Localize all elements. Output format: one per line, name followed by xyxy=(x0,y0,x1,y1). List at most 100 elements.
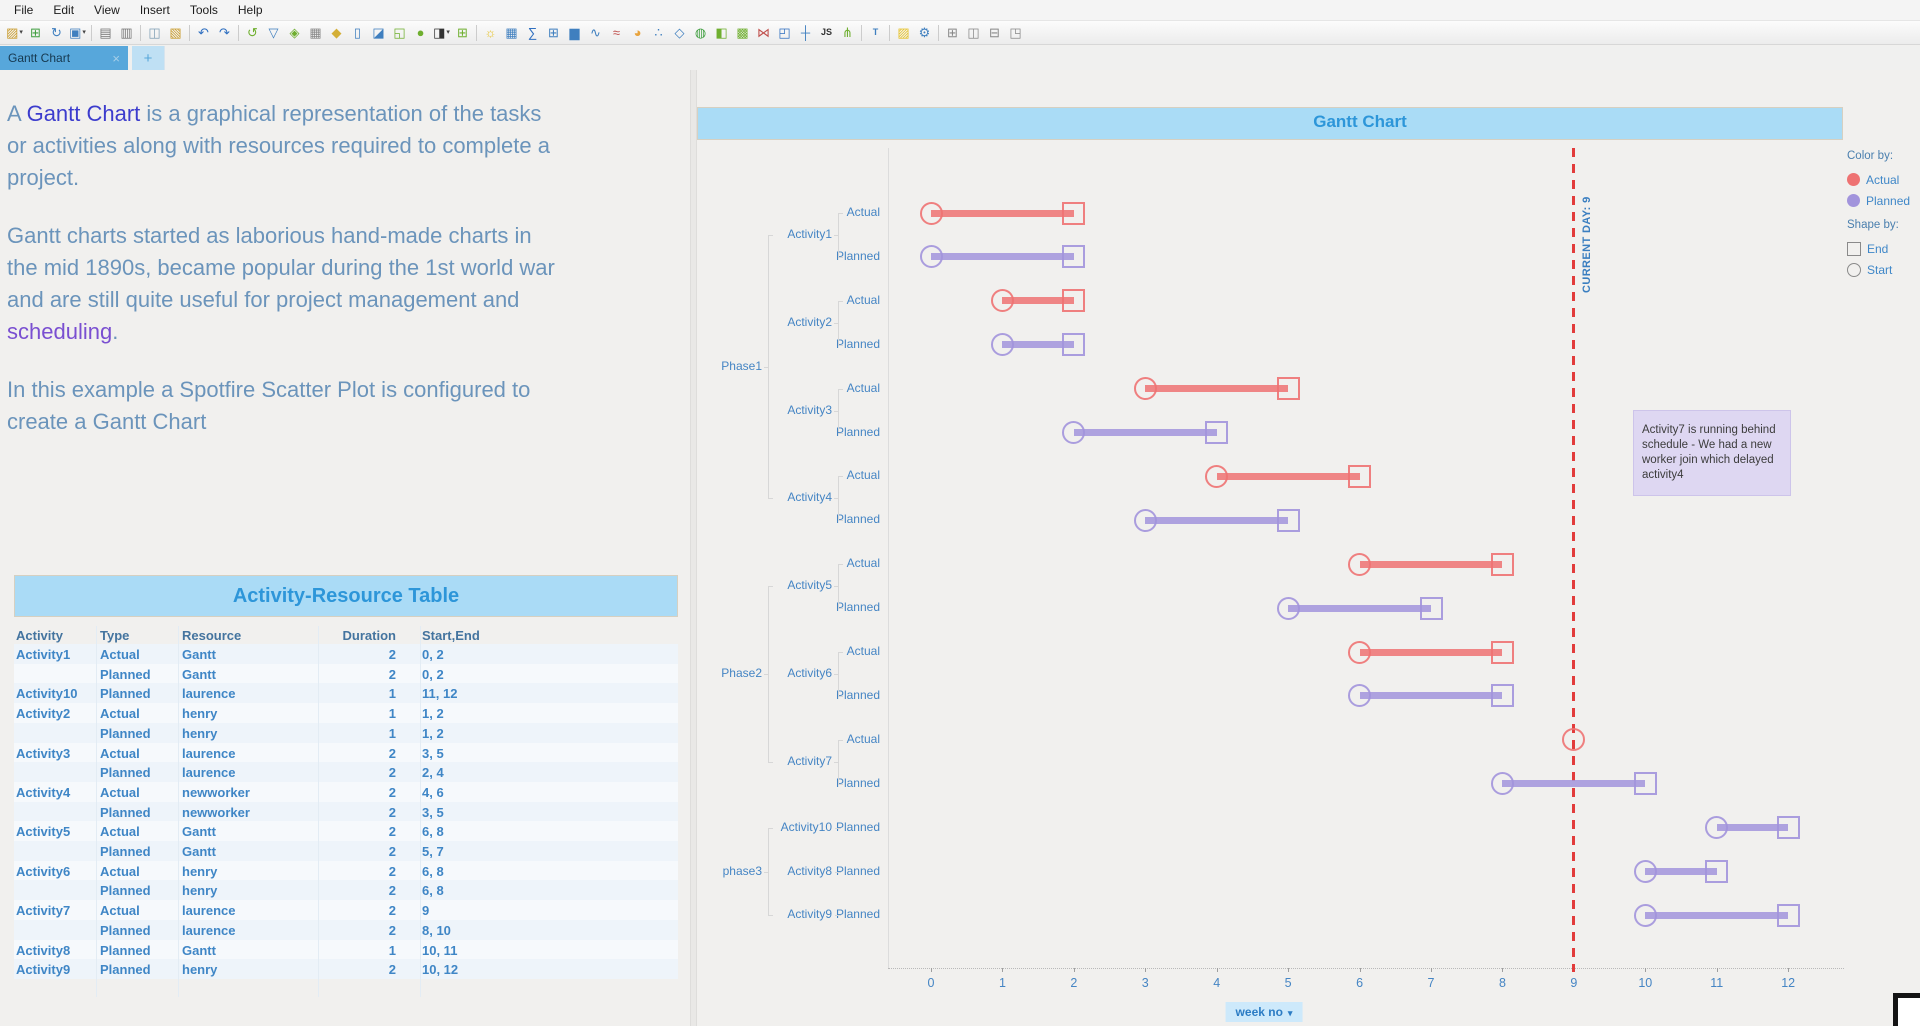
table-row[interactable]: Plannedhenry11, 2 xyxy=(14,723,678,743)
box-plot-icon[interactable]: ┼ xyxy=(795,23,816,43)
image-icon[interactable]: ▨ xyxy=(893,23,914,43)
bar-chart-icon[interactable]: ▆ xyxy=(564,23,585,43)
filter-icon[interactable]: ▽ xyxy=(263,23,284,43)
column-header[interactable]: Type xyxy=(100,628,180,643)
gantt-bar[interactable] xyxy=(1145,517,1288,524)
column-header[interactable]: Start,End xyxy=(422,628,542,643)
export-icon[interactable]: ▥ xyxy=(116,23,137,43)
start-marker[interactable] xyxy=(1348,641,1371,664)
end-marker[interactable] xyxy=(1777,904,1800,927)
tab-gantt-chart[interactable]: Gantt Chart × xyxy=(0,46,128,70)
tab-close-icon[interactable]: × xyxy=(112,51,120,66)
combination-chart-icon[interactable]: ≈ xyxy=(606,23,627,43)
gantt-bar[interactable] xyxy=(931,210,1074,217)
start-marker[interactable] xyxy=(1634,904,1657,927)
start-marker[interactable] xyxy=(1277,597,1300,620)
start-marker[interactable] xyxy=(1634,860,1657,883)
gantt-bar[interactable] xyxy=(1145,385,1288,392)
annotation-note[interactable]: Activity7 is running behind schedule - W… xyxy=(1633,410,1791,496)
start-marker[interactable] xyxy=(920,202,943,225)
end-marker[interactable] xyxy=(1062,289,1085,312)
start-marker[interactable] xyxy=(1491,772,1514,795)
end-marker[interactable] xyxy=(1491,641,1514,664)
cross-table-icon[interactable]: ⊞ xyxy=(543,23,564,43)
start-marker[interactable] xyxy=(1062,421,1085,444)
data-panel-icon[interactable]: ▦ xyxy=(305,23,326,43)
table-row[interactable]: Activity7Actuallaurence29 xyxy=(14,900,678,920)
start-marker[interactable] xyxy=(1705,816,1728,839)
gantt-bar[interactable] xyxy=(1074,429,1217,436)
start-marker[interactable] xyxy=(1134,509,1157,532)
theme-icon[interactable]: ◨▾ xyxy=(431,23,452,43)
menu-help[interactable]: Help xyxy=(228,1,273,19)
start-marker[interactable] xyxy=(1134,377,1157,400)
table-row[interactable]: Activity5ActualGantt26, 8 xyxy=(14,821,678,841)
end-marker[interactable] xyxy=(1277,509,1300,532)
column-header[interactable]: Duration xyxy=(320,628,396,643)
text-link[interactable]: scheduling xyxy=(7,319,112,344)
table-row[interactable]: Activity2Actualhenry11, 2 xyxy=(14,703,678,723)
gantt-bar[interactable] xyxy=(1645,912,1788,919)
text-area-icon[interactable]: T xyxy=(865,23,886,43)
table-row[interactable]: Activity3Actuallaurence23, 5 xyxy=(14,743,678,763)
legend-item-actual[interactable]: Actual xyxy=(1847,169,1920,190)
table-row[interactable]: Activity8PlannedGantt110, 11 xyxy=(14,940,678,960)
gantt-bar[interactable] xyxy=(1360,649,1503,656)
kpi-chart-icon[interactable]: ◰ xyxy=(774,23,795,43)
menu-insert[interactable]: Insert xyxy=(130,1,180,19)
filters-panel-icon[interactable]: ◈ xyxy=(284,23,305,43)
column-header[interactable]: Activity xyxy=(16,628,100,643)
web-panel-icon[interactable]: ◱ xyxy=(389,23,410,43)
end-marker[interactable] xyxy=(1062,333,1085,356)
table-row[interactable]: Plannedhenry26, 8 xyxy=(14,880,678,900)
start-marker[interactable] xyxy=(1562,728,1585,751)
table-row[interactable]: Activity10Plannedlaurence111, 12 xyxy=(14,683,678,703)
start-marker[interactable] xyxy=(1348,684,1371,707)
new-tab-button[interactable]: + xyxy=(132,46,164,70)
3d-scatter-plot-icon[interactable]: ◇ xyxy=(669,23,690,43)
end-marker[interactable] xyxy=(1491,553,1514,576)
recommendations-icon[interactable]: ☼ xyxy=(480,23,501,43)
end-marker[interactable] xyxy=(1634,772,1657,795)
end-marker[interactable] xyxy=(1705,860,1728,883)
print-icon[interactable]: ▤ xyxy=(95,23,116,43)
refresh-data-icon[interactable]: ↻ xyxy=(46,23,67,43)
start-marker[interactable] xyxy=(920,245,943,268)
js-visualization-icon[interactable]: JS xyxy=(816,23,837,43)
table-visualization-icon[interactable]: ▦ xyxy=(501,23,522,43)
table-row[interactable]: Plannednewworker23, 5 xyxy=(14,802,678,822)
menu-view[interactable]: View xyxy=(84,1,130,19)
details-on-demand-icon[interactable]: ◪ xyxy=(368,23,389,43)
add-data-table-icon[interactable]: ⊞ xyxy=(25,23,46,43)
gantt-bar[interactable] xyxy=(1360,692,1503,699)
copy-icon[interactable]: ◫ xyxy=(144,23,165,43)
panel-splitter[interactable] xyxy=(690,70,697,1026)
end-marker[interactable] xyxy=(1277,377,1300,400)
layout-2x2-icon[interactable]: ⊞ xyxy=(942,23,963,43)
gantt-bar[interactable] xyxy=(931,253,1074,260)
gantt-bar[interactable] xyxy=(1217,473,1360,480)
start-marker[interactable] xyxy=(991,289,1014,312)
layout-columns-icon[interactable]: ◫ xyxy=(963,23,984,43)
maximize-visualization-icon[interactable]: ◳ xyxy=(1005,23,1026,43)
end-marker[interactable] xyxy=(1491,684,1514,707)
end-marker[interactable] xyxy=(1777,816,1800,839)
summary-table-icon[interactable]: ∑ xyxy=(522,23,543,43)
bookmark-icon[interactable]: ◆ xyxy=(326,23,347,43)
start-marker[interactable] xyxy=(991,333,1014,356)
table-row[interactable]: Activity6Actualhenry26, 8 xyxy=(14,861,678,881)
column-header[interactable]: Resource xyxy=(182,628,332,643)
table-row[interactable]: Plannedlaurence22, 4 xyxy=(14,762,678,782)
menu-file[interactable]: File xyxy=(4,1,43,19)
legend-item-end[interactable]: End xyxy=(1847,238,1920,259)
redo-icon[interactable]: ↷ xyxy=(214,23,235,43)
gantt-bar[interactable] xyxy=(1502,780,1645,787)
map-chart-icon[interactable]: ◍ xyxy=(690,23,711,43)
scatter-plot-icon[interactable]: ∴ xyxy=(648,23,669,43)
end-marker[interactable] xyxy=(1205,421,1228,444)
end-marker[interactable] xyxy=(1062,202,1085,225)
start-marker[interactable] xyxy=(1205,465,1228,488)
gantt-bar[interactable] xyxy=(1288,605,1431,612)
heat-map-icon[interactable]: ▩ xyxy=(732,23,753,43)
table-row[interactable]: Activity1ActualGantt20, 2 xyxy=(14,644,678,664)
